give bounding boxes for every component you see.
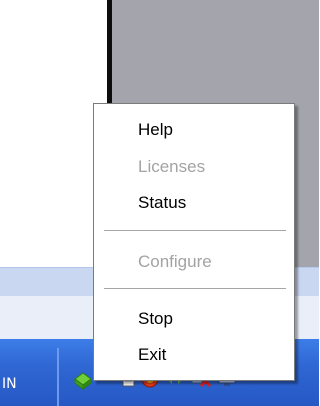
menu-item-status[interactable]: Status — [94, 188, 294, 218]
context-menu: Help Licenses Status Configure Stop Exit — [93, 103, 295, 381]
taskbar-divider — [57, 348, 59, 406]
taskbar-window-label[interactable]: IN — [0, 373, 32, 395]
menu-separator — [104, 288, 286, 290]
app-cube-icon[interactable] — [72, 368, 94, 390]
desktop-background — [0, 0, 107, 267]
menu-item-help[interactable]: Help — [94, 115, 294, 145]
menu-item-exit[interactable]: Exit — [94, 340, 294, 370]
menu-separator — [104, 230, 286, 232]
menu-item-licenses: Licenses — [138, 157, 206, 176]
menu-item-configure: Configure — [138, 252, 212, 271]
menu-item-stop[interactable]: Stop — [94, 304, 294, 334]
